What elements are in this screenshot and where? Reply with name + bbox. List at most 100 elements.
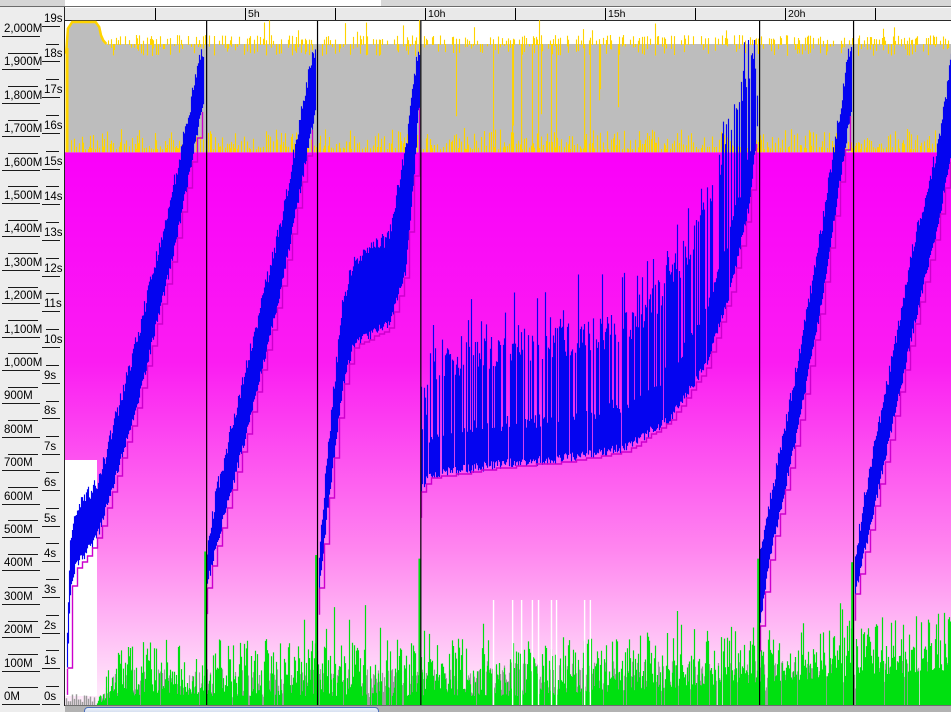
y-seconds-minor-tick — [46, 579, 59, 581]
y-memory-tick — [2, 403, 40, 405]
y-axis-seconds-label: 4s — [44, 548, 57, 561]
y-memory-tick — [2, 203, 40, 204]
y-axis-seconds-label: 1s — [44, 655, 57, 668]
y-memory-minor-tick — [8, 653, 38, 655]
y-seconds-minor-tick — [46, 650, 59, 652]
x-ruler-tick — [425, 8, 426, 20]
x-ruler-label: 20h — [788, 8, 806, 20]
x-ruler-tick — [695, 8, 696, 20]
y-seconds-minor-tick — [46, 293, 59, 295]
y-axis-memory-label: 100M — [4, 657, 33, 670]
y-seconds-minor-tick — [46, 614, 59, 616]
y-seconds-tick — [42, 311, 60, 313]
y-memory-minor-tick — [8, 587, 38, 589]
y-axis-memory-label: 200M — [4, 624, 33, 637]
y-axis-memory-label: 1,600M — [4, 156, 43, 169]
y-seconds-tick — [42, 418, 60, 420]
y-memory-minor-tick — [8, 152, 38, 154]
full-gc-line — [420, 21, 422, 705]
y-memory-minor-tick — [8, 286, 38, 288]
x-ruler-tick — [785, 8, 786, 20]
y-memory-tick — [2, 36, 40, 37]
full-gc-line — [316, 21, 319, 705]
y-axis-seconds-label: 9s — [44, 369, 57, 382]
y-axis-memory-label: 900M — [4, 390, 33, 403]
y-seconds-tick — [42, 25, 60, 27]
y-memory-tick — [2, 370, 40, 371]
y-axis-seconds-label: 10s — [44, 334, 63, 346]
y-axis-memory-label: 500M — [4, 524, 33, 536]
horizontal-scrollbar-track[interactable] — [65, 705, 951, 712]
y-axis-memory-label: 1,200M — [4, 290, 43, 303]
y-seconds-minor-tick — [46, 471, 59, 473]
y-memory-minor-tick — [8, 319, 38, 321]
y-seconds-minor-tick — [46, 364, 59, 366]
full-gc-pause-bar — [757, 558, 760, 705]
y-seconds-minor-tick — [46, 43, 59, 45]
chart-canvas[interactable] — [65, 20, 951, 705]
y-memory-tick — [2, 470, 40, 472]
y-memory-minor-tick — [8, 620, 38, 622]
x-ruler-tick — [875, 8, 876, 20]
x-ruler-label: 5h — [248, 8, 260, 20]
y-memory-minor-tick — [8, 186, 38, 188]
y-axis-seconds-label: 12s — [44, 262, 63, 275]
y-seconds-minor-tick — [46, 186, 59, 188]
y-axis-memory-label: 1,100M — [4, 323, 43, 336]
x-ruler-tick — [515, 8, 516, 20]
y-memory-minor-tick — [8, 386, 38, 388]
y-memory-tick — [2, 69, 40, 71]
y-memory-tick — [2, 136, 40, 138]
y-memory-tick — [2, 704, 40, 705]
y-memory-minor-tick — [8, 486, 38, 488]
y-seconds-minor-tick — [46, 257, 59, 259]
y-seconds-tick — [42, 632, 60, 634]
full-gc-pause-bar — [851, 562, 854, 705]
y-axis-memory-label: 1,000M — [4, 357, 43, 369]
y-memory-tick — [2, 269, 40, 271]
y-seconds-tick — [42, 382, 60, 384]
y-seconds-tick — [42, 561, 60, 563]
y-seconds-tick — [42, 239, 60, 241]
y-axis-memory-label: 0M — [4, 691, 20, 703]
x-ruler-tick — [335, 8, 336, 20]
y-axis-memory-label: 1,500M — [4, 190, 43, 202]
y-memory-tick — [2, 537, 40, 538]
x-ruler-label: 10h — [428, 8, 446, 20]
y-seconds-minor-tick — [46, 436, 59, 438]
y-seconds-tick — [42, 347, 60, 348]
y-axis-seconds-label: 19s — [44, 12, 63, 25]
y-axis-seconds-label: 6s — [44, 476, 57, 489]
y-axis-memory-label: 2,000M — [4, 23, 43, 35]
y-memory-minor-tick — [8, 253, 38, 255]
y-axis-seconds-label: 7s — [44, 441, 57, 454]
y-axis-memory-label: 1,800M — [4, 89, 43, 102]
horizontal-scrollbar-thumb[interactable] — [84, 707, 379, 712]
y-axis-seconds-label: 11s — [44, 298, 62, 311]
x-ruler-tick — [155, 8, 156, 20]
y-axis-memory-label: 600M — [4, 490, 33, 503]
y-axis-memory-label: 1,900M — [4, 56, 43, 69]
y-seconds-minor-tick — [46, 400, 59, 402]
y-memory-minor-tick — [8, 119, 38, 121]
y-memory-minor-tick — [8, 687, 38, 689]
full-gc-pause-bar — [418, 558, 421, 705]
y-memory-minor-tick — [8, 86, 38, 88]
y-axis-memory-label: 400M — [4, 557, 33, 570]
y-seconds-minor-tick — [46, 150, 59, 152]
y-axis-memory-label: 1,300M — [4, 256, 43, 269]
y-memory-minor-tick — [8, 52, 38, 54]
y-memory-tick — [2, 236, 40, 238]
y-axis-seconds-label: 0s — [44, 691, 57, 703]
full-gc-pause-bar — [204, 551, 207, 705]
x-ruler-tick — [245, 8, 246, 20]
y-axis-seconds-label: 8s — [44, 405, 57, 418]
y-memory-minor-tick — [8, 219, 38, 221]
y-seconds-tick — [42, 132, 60, 134]
y-seconds-tick — [42, 61, 60, 63]
gc-chart-window: 0M 100M 200M 300M 400M 500M 600M 700M 800M 900M 1,… — [0, 0, 951, 712]
top-border-line — [0, 6, 951, 7]
y-memory-minor-tick — [8, 553, 38, 555]
full-gc-line — [206, 21, 208, 705]
y-seconds-tick — [42, 525, 60, 527]
